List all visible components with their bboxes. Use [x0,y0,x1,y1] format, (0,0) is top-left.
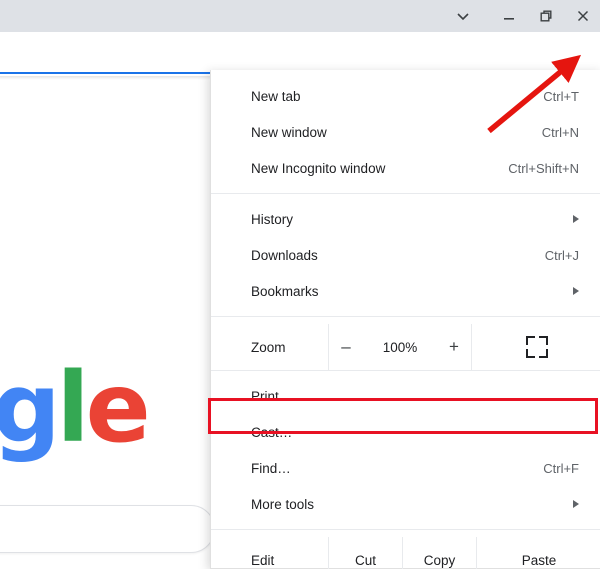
menu-item-label: Print… [251,388,293,404]
menu-item-shortcut: Ctrl+J [544,247,579,263]
zoom-label: Zoom [251,339,286,355]
edit-cut-button[interactable]: Cut [329,537,402,569]
menu-item-new-incognito-window[interactable]: New Incognito window Ctrl+Shift+N [211,150,600,186]
close-icon[interactable] [560,0,600,32]
menu-item-shortcut: Ctrl+F [543,460,579,476]
menu-item-label: New Incognito window [251,160,386,176]
menu-item-new-window[interactable]: New window Ctrl+N [211,114,600,150]
submenu-arrow-icon [573,287,579,295]
google-logo: ogle [0,352,151,464]
menu-item-downloads[interactable]: Downloads Ctrl+J [211,237,600,273]
menu-item-shortcut: Ctrl+N [541,124,579,140]
menu-separator [211,529,600,530]
menu-item-label: Bookmarks [251,283,319,299]
menu-item-shortcut: Ctrl+Shift+N [508,160,579,176]
zoom-out-button[interactable]: – [329,324,363,370]
menu-item-more-tools[interactable]: More tools [211,486,600,522]
menu-item-label: History [251,211,294,227]
menu-item-find[interactable]: Find… Ctrl+F [211,450,600,486]
menu-item-label: Downloads [251,247,318,263]
zoom-in-button[interactable]: + [437,324,471,370]
logo-letter-g: g [0,352,61,464]
menu-item-label: More tools [251,496,315,512]
chrome-main-menu: New tab Ctrl+T New window Ctrl+N New Inc… [210,70,600,569]
menu-item-label: Find… [251,460,291,476]
menu-item-bookmarks[interactable]: Bookmarks [211,273,600,309]
logo-letter-l: l [56,352,90,464]
menu-item-label: Cast… [251,424,293,440]
submenu-arrow-icon [573,215,579,223]
menu-item-history[interactable]: History [211,201,600,237]
chevron-down-icon[interactable] [440,0,486,32]
edit-label: Edit [251,552,275,568]
window-titlebar [0,0,600,32]
menu-item-shortcut: Ctrl+T [543,88,579,104]
menu-item-label: New tab [251,88,301,104]
menu-separator [211,316,600,317]
submenu-arrow-icon [573,500,579,508]
edit-copy-button[interactable]: Copy [403,537,476,569]
zoom-level-value: 100% [382,339,418,355]
menu-row-zoom: Zoom – 100% + [211,324,600,370]
browser-screenshot: ogle New tab Ctrl+T New window Ctrl+N Ne… [0,0,600,569]
menu-row-edit: Edit Cut Copy Paste [211,537,600,569]
edit-paste-button[interactable]: Paste [477,537,600,569]
menu-item-label: New window [251,124,327,140]
logo-letter-e: e [85,352,151,464]
search-input[interactable] [0,505,215,553]
menu-separator [211,193,600,194]
menu-item-print[interactable]: Print… [211,378,600,414]
fullscreen-icon [525,336,548,358]
menu-item-cast[interactable]: Cast… [211,414,600,450]
menu-item-new-tab[interactable]: New tab Ctrl+T [211,78,600,114]
fullscreen-button[interactable] [472,324,600,370]
